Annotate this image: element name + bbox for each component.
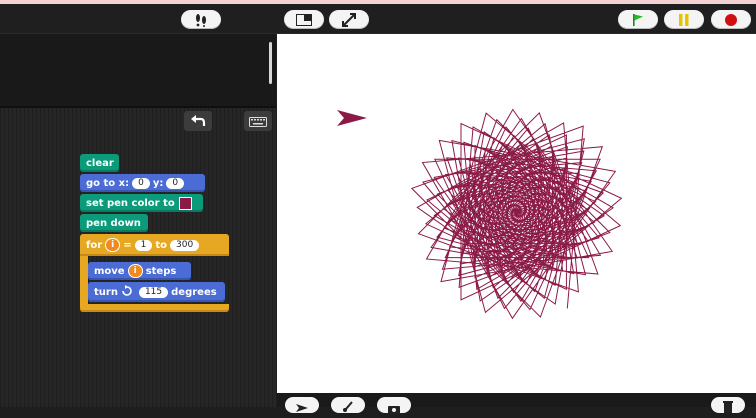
paintbrush-icon bbox=[342, 398, 354, 417]
green-flag-button[interactable] bbox=[618, 10, 658, 29]
corral-bar bbox=[277, 393, 756, 414]
move-block[interactable]: move i steps bbox=[88, 262, 191, 280]
for-arm bbox=[80, 256, 88, 304]
for-from-input[interactable]: 1 bbox=[134, 239, 153, 251]
undo-icon bbox=[190, 112, 206, 131]
scripting-area[interactable]: clear go to x: 0 y: 0 set pen color to p… bbox=[0, 108, 276, 407]
keyboard-icon bbox=[249, 112, 267, 131]
stop-icon bbox=[724, 13, 738, 27]
stop-button[interactable] bbox=[711, 10, 751, 29]
for-footer bbox=[80, 304, 229, 312]
move-steps-label: steps bbox=[145, 265, 177, 277]
set-pen-color-block[interactable]: set pen color to bbox=[80, 194, 203, 212]
goto-label: go to x: bbox=[86, 177, 130, 189]
left-panel: clear go to x: 0 y: 0 set pen color to p… bbox=[0, 34, 276, 407]
goto-y-input[interactable]: 0 bbox=[166, 177, 185, 189]
spiral-path bbox=[410, 108, 623, 320]
camera-button[interactable] bbox=[377, 397, 411, 414]
clear-label: clear bbox=[86, 157, 114, 169]
stage-size-button[interactable] bbox=[284, 10, 324, 29]
turn-degrees-input[interactable]: 115 bbox=[138, 286, 169, 298]
fullscreen-button[interactable] bbox=[329, 10, 369, 29]
turtle-button[interactable] bbox=[285, 397, 319, 413]
footprints-icon bbox=[193, 13, 209, 27]
goto-xy-block[interactable]: go to x: 0 y: 0 bbox=[80, 174, 205, 192]
palette-area bbox=[0, 34, 276, 106]
pen-color-swatch[interactable] bbox=[178, 196, 192, 210]
paintbrush-button[interactable] bbox=[331, 397, 365, 413]
turn-clockwise-icon bbox=[121, 284, 133, 300]
for-variable[interactable]: i bbox=[105, 238, 121, 252]
goto-x-input[interactable]: 0 bbox=[132, 177, 150, 189]
for-to-input[interactable]: 300 bbox=[170, 239, 200, 251]
stage-size-icon bbox=[296, 13, 312, 26]
goto-y-label: y: bbox=[152, 177, 164, 189]
turtle-icon bbox=[295, 399, 309, 418]
green-flag-icon bbox=[631, 13, 645, 27]
pause-button[interactable] bbox=[664, 10, 704, 29]
camera-icon bbox=[387, 399, 401, 418]
turn-label: turn bbox=[94, 286, 118, 298]
for-equals: = bbox=[123, 239, 132, 251]
fullscreen-icon bbox=[342, 12, 356, 27]
pen-down-block[interactable]: pen down bbox=[80, 214, 148, 232]
top-toolbar bbox=[0, 4, 756, 34]
for-to-label: to bbox=[155, 239, 168, 251]
trash-icon bbox=[722, 398, 734, 417]
move-label: move bbox=[94, 265, 125, 277]
turn-block[interactable]: turn 115 degrees bbox=[88, 282, 225, 302]
palette-scrollbar[interactable] bbox=[269, 42, 272, 84]
pen-down-label: pen down bbox=[86, 217, 141, 229]
keyboard-button[interactable] bbox=[244, 111, 272, 131]
undo-button[interactable] bbox=[184, 111, 212, 131]
pen-drawing bbox=[410, 108, 623, 320]
trash-button[interactable] bbox=[711, 397, 745, 413]
for-loop-block[interactable]: for i = 1 to 300 move i steps turn 115 d… bbox=[80, 234, 230, 312]
footprints-button[interactable] bbox=[181, 10, 221, 29]
pause-icon bbox=[678, 13, 690, 27]
for-header[interactable]: for i = 1 to 300 bbox=[80, 234, 229, 256]
clear-block[interactable]: clear bbox=[80, 154, 119, 172]
stage[interactable] bbox=[277, 34, 756, 393]
turn-degrees-label: degrees bbox=[171, 286, 217, 298]
set-pen-color-label: set pen color to bbox=[86, 197, 175, 209]
sprite-arrow-icon[interactable] bbox=[335, 108, 369, 132]
for-label: for bbox=[86, 239, 103, 251]
move-variable[interactable]: i bbox=[127, 264, 143, 278]
